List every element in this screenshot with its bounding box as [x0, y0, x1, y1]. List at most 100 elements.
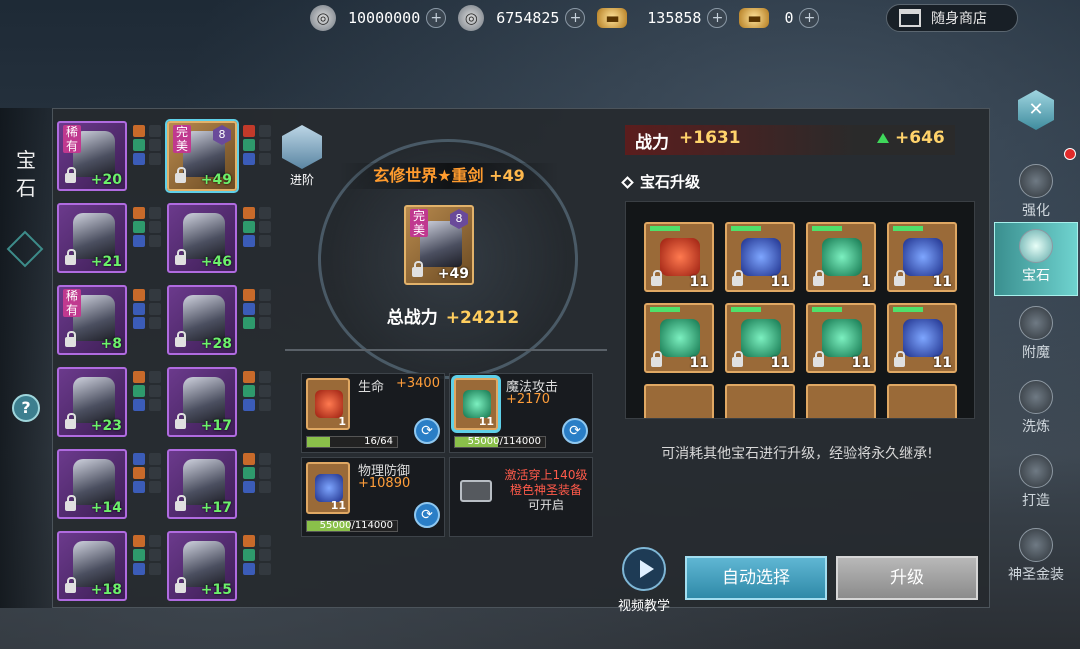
equipment-slot[interactable]: +18	[57, 531, 127, 601]
equipment-slots: 稀有 +20 完美 8 +49 +21 +46 稀有 +8 +28 +23 +1…	[57, 119, 277, 601]
refine-icon	[1019, 380, 1053, 414]
add-currency-button[interactable]: +	[426, 8, 447, 28]
lock-icon	[175, 495, 186, 511]
add-currency-button[interactable]: +	[799, 8, 820, 28]
gem-inventory-item[interactable]: 11	[887, 222, 957, 292]
gem-dot-icon	[243, 481, 255, 493]
gem-dot-icon	[259, 221, 271, 233]
swap-gem-button[interactable]: ⟳	[414, 418, 440, 444]
gem-socket[interactable]: 11 魔法攻击 +2170 55000/114000 ⟳	[449, 373, 593, 453]
equipment-slot[interactable]: +17	[167, 449, 237, 519]
lock-icon	[732, 270, 743, 286]
gem-socket[interactable]: 1 生命 +3400 16/64 ⟳	[301, 373, 445, 453]
advance-label: 进阶	[289, 173, 314, 187]
equipment-slot[interactable]: +21	[57, 203, 127, 273]
lock-icon	[65, 331, 76, 347]
gem-dot-icon	[259, 385, 271, 397]
currency-bar: ◎ 10000000 + ◎ 6754825 + ▬ 135858 + ▬ 0 …	[310, 4, 831, 32]
gem-inventory-item[interactable]: 1	[806, 222, 876, 292]
swap-gem-button[interactable]: ⟳	[562, 418, 588, 444]
gem-dot-icon	[243, 563, 255, 575]
currency-value: 6754825	[496, 9, 560, 27]
currency-locked-silver: ◎ 6754825 +	[458, 5, 586, 31]
gem-icon	[1019, 229, 1053, 263]
total-power-value: +24212	[445, 308, 520, 328]
gem-dot-icon	[259, 153, 271, 165]
add-currency-button[interactable]: +	[565, 8, 586, 28]
gem-inventory-item[interactable]: 11	[644, 303, 714, 373]
auto-select-button[interactable]: 自动选择	[685, 556, 827, 600]
gem-indicator-column	[133, 289, 147, 331]
gem-indicator-column	[259, 453, 273, 495]
lock-icon	[175, 167, 186, 183]
gem-inventory-item-partial[interactable]	[887, 384, 957, 418]
nav-refine[interactable]: 洗炼	[994, 374, 1078, 448]
gem-indicator-column	[133, 371, 147, 413]
enhance-level: +28	[200, 336, 232, 352]
gem-count: 11	[851, 355, 871, 371]
gem-inventory-item-partial[interactable]	[806, 384, 876, 418]
gem-inventory-item[interactable]: 11	[887, 303, 957, 373]
nav-forge[interactable]: 打造	[994, 448, 1078, 522]
upgrade-button[interactable]: 升级	[836, 556, 978, 600]
lock-icon	[894, 351, 905, 367]
gem-inventory-item[interactable]: 11	[725, 303, 795, 373]
gem-dot-icon	[133, 207, 145, 219]
gem-exp-bar: 55000/114000	[306, 520, 398, 532]
gem-dot-icon	[133, 481, 145, 493]
power-label: 战力	[635, 133, 669, 153]
gem-dot-icon	[133, 317, 145, 329]
equipment-slot[interactable]: +28	[167, 285, 237, 355]
gem-dot-icon	[259, 207, 271, 219]
gem-dot-icon	[133, 235, 145, 247]
equipment-slot[interactable]: 稀有 +8	[57, 285, 127, 355]
equipment-slot[interactable]: +14	[57, 449, 127, 519]
equipment-slot[interactable]: +15	[167, 531, 237, 601]
equipment-slot-selected[interactable]: 完美 8 +49	[167, 121, 237, 191]
enhance-level: +20	[90, 172, 122, 188]
nav-gem[interactable]: 宝石	[994, 222, 1078, 296]
equipment-slot[interactable]: +23	[57, 367, 127, 437]
gem-indicator-column	[149, 453, 163, 495]
boots-icon	[73, 541, 115, 587]
gem-inventory-item[interactable]: 11	[644, 222, 714, 292]
gem-attribute-value: +2170	[506, 392, 550, 407]
gem-dot-icon	[243, 153, 255, 165]
gem-exp-text: 55000/114000	[319, 520, 393, 531]
nav-enchant[interactable]: 附魔	[994, 300, 1078, 374]
currency-value: 135858	[647, 9, 702, 27]
gem-indicator-column	[259, 125, 273, 167]
red-gem-icon	[660, 238, 700, 276]
gem-inventory-item-partial[interactable]	[725, 384, 795, 418]
nav-holy-gold-armor[interactable]: 神圣金装	[994, 522, 1078, 596]
gem-inventory-item[interactable]: 11	[806, 303, 876, 373]
gem-count: 11	[478, 415, 494, 428]
equipment-slot[interactable]: +17	[167, 367, 237, 437]
gem-inventory-item[interactable]: 11	[725, 222, 795, 292]
video-tutorial-button[interactable]: 视频教学	[609, 547, 679, 614]
portable-shop-button[interactable]: 随身商店	[886, 4, 1018, 32]
gem-dot-icon	[149, 371, 161, 383]
gem-indicator-column	[149, 371, 163, 413]
equipment-slot[interactable]: 稀有 +20	[57, 121, 127, 191]
gem-indicator-column	[149, 125, 163, 167]
swap-gem-button[interactable]: ⟳	[414, 502, 440, 528]
add-currency-button[interactable]: +	[707, 8, 728, 28]
enhance-level: +8	[100, 336, 122, 352]
gem-inventory-item-partial[interactable]	[644, 384, 714, 418]
nav-enhance[interactable]: 强化	[994, 158, 1078, 232]
gem-count: 11	[932, 355, 952, 371]
silver-coin-icon: ◎	[310, 5, 336, 31]
gem-dot-icon	[243, 289, 255, 301]
power-value: +1631	[679, 128, 741, 148]
equipment-slot[interactable]: +46	[167, 203, 237, 273]
gem-dot-icon	[149, 453, 161, 465]
gem-dot-icon	[259, 467, 271, 479]
gem-attribute-value: +10890	[358, 476, 411, 491]
help-button[interactable]: ?	[12, 394, 40, 422]
close-icon[interactable]: ✕	[1018, 90, 1054, 130]
gem-dot-icon	[243, 139, 255, 151]
enhance-level: +14	[90, 500, 122, 516]
gem-socket[interactable]: 11 物理防御 +10890 55000/114000 ⟳	[301, 457, 445, 537]
advance-button[interactable]: 进阶	[277, 125, 327, 188]
